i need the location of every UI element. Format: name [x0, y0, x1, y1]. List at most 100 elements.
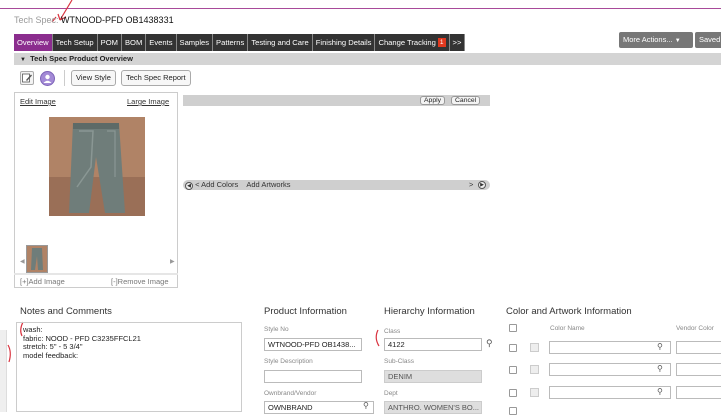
- search-icon[interactable]: ⚲: [657, 364, 663, 373]
- row-checkbox[interactable]: [509, 389, 517, 397]
- tab-samples[interactable]: Samples: [177, 34, 214, 51]
- tab-label: Overview: [17, 38, 49, 47]
- color-name-field[interactable]: [549, 386, 671, 399]
- section-title: Tech Spec Product Overview: [30, 54, 133, 63]
- row-checkbox[interactable]: [509, 366, 517, 374]
- subclass-label: Sub-Class: [384, 358, 414, 365]
- thumbnail-prev-icon[interactable]: ◀: [20, 258, 25, 265]
- apply-button[interactable]: Apply: [420, 96, 446, 105]
- row-checkbox[interactable]: [509, 407, 517, 415]
- color-name-field[interactable]: [549, 363, 671, 376]
- view-style-button[interactable]: View Style: [71, 70, 116, 86]
- search-icon[interactable]: ⚲: [657, 342, 663, 351]
- edit-icon[interactable]: [20, 71, 34, 85]
- tab-label: Tech Setup: [55, 38, 94, 47]
- tab-label: BOM: [124, 38, 143, 47]
- tab-pom[interactable]: POM: [98, 34, 122, 51]
- color-row: [506, 407, 721, 415]
- color-name-field[interactable]: [549, 341, 671, 354]
- saved-button[interactable]: Saved: [695, 32, 721, 48]
- person-icon[interactable]: [40, 71, 55, 86]
- ownbrand-vendor-field[interactable]: OWNBRAND: [264, 401, 374, 414]
- tab-label: Finishing Details: [315, 38, 372, 47]
- toolbar-divider: [64, 70, 65, 86]
- vendor-color-field[interactable]: [676, 363, 721, 376]
- page-title-value: WTNOOD-PFD OB1438331: [61, 15, 174, 25]
- vendor-color-field[interactable]: [676, 341, 721, 354]
- tab-label: POM: [100, 38, 118, 47]
- tab-testing-and-care[interactable]: Testing and Care: [248, 34, 313, 51]
- tab-label: Events: [149, 38, 173, 47]
- product-image[interactable]: [49, 117, 145, 216]
- style-description-label: Style Description: [264, 358, 313, 365]
- tab-change-tracking[interactable]: Change Tracking 1: [375, 34, 450, 51]
- sidebar-collapsed-strip[interactable]: [0, 330, 7, 412]
- color-name-column-header: Color Name: [550, 325, 585, 332]
- color-artwork-heading: Color and Artwork Information: [506, 306, 632, 317]
- header-divider: [0, 8, 721, 9]
- product-info-heading: Product Information: [264, 306, 347, 317]
- section-header[interactable]: ▼ Tech Spec Product Overview: [14, 53, 721, 65]
- search-icon[interactable]: ⚲: [363, 401, 369, 410]
- tab-more[interactable]: >>: [450, 34, 466, 51]
- image-placeholder-icon: [530, 388, 539, 397]
- colors-artwork-scroller: ◀ < Add Colors Add Artworks > ▶: [183, 180, 490, 190]
- saved-label: Saved: [699, 35, 721, 44]
- tab-patterns[interactable]: Patterns: [213, 34, 249, 51]
- notes-textarea[interactable]: wash: fabric: NOOD - PFD C3235FFCL21 str…: [16, 322, 242, 412]
- tech-spec-report-label: Tech Spec Report: [126, 73, 186, 82]
- vendor-color-field[interactable]: [676, 386, 721, 399]
- select-all-checkbox[interactable]: [509, 324, 517, 332]
- vendor-color-column-header: Vendor Color: [676, 325, 714, 332]
- scroll-right-icon[interactable]: ▶: [478, 181, 486, 189]
- subclass-field: DENIM: [384, 370, 482, 383]
- scroll-left-icon[interactable]: ◀: [185, 182, 193, 190]
- add-colors-link[interactable]: < Add Colors: [195, 180, 238, 189]
- page-title: Tech Spec: WTNOOD-PFD OB1438331: [14, 15, 174, 25]
- scroll-right-label: >: [469, 180, 474, 189]
- ownbrand-vendor-value: OWNBRAND: [268, 403, 313, 412]
- style-description-field[interactable]: [264, 370, 362, 383]
- tab-tech-setup[interactable]: Tech Setup: [53, 34, 98, 51]
- add-artworks-link[interactable]: Add Artworks: [246, 180, 290, 189]
- color-row: ⚲: [506, 341, 721, 355]
- thumbnail-next-icon[interactable]: ▶: [170, 258, 175, 265]
- row-checkbox[interactable]: [509, 344, 517, 352]
- search-icon[interactable]: ⚲: [657, 387, 663, 396]
- remove-image-link[interactable]: [-]Remove Image: [111, 277, 169, 286]
- more-actions-label: More Actions...: [623, 35, 673, 44]
- tab-label: Testing and Care: [251, 38, 309, 47]
- image-thumbnail[interactable]: [26, 245, 48, 273]
- color-row: ⚲: [506, 386, 721, 400]
- large-image-link[interactable]: Large Image: [127, 97, 169, 106]
- page-title-label: Tech Spec:: [14, 15, 59, 25]
- tech-spec-report-button[interactable]: Tech Spec Report: [121, 70, 191, 86]
- tab-bom[interactable]: BOM: [122, 34, 147, 51]
- cancel-button[interactable]: Cancel: [451, 96, 481, 105]
- chevron-down-icon: ▼: [674, 38, 681, 44]
- add-image-link[interactable]: [+]Add Image: [20, 277, 65, 286]
- tab-events[interactable]: Events: [146, 34, 177, 51]
- style-no-field[interactable]: WTNOOD-PFD OB1438...: [264, 338, 362, 351]
- style-no-label: Style No: [264, 326, 289, 333]
- thumbnail-scrollbar[interactable]: [14, 273, 178, 275]
- view-style-label: View Style: [76, 73, 111, 82]
- tab-label: Patterns: [216, 38, 245, 47]
- tab-overview[interactable]: Overview: [14, 34, 53, 51]
- notes-heading: Notes and Comments: [20, 306, 112, 317]
- hierarchy-info-heading: Hierarchy Information: [384, 306, 475, 317]
- image-placeholder-icon: [530, 343, 539, 352]
- tab-finishing-details[interactable]: Finishing Details: [313, 34, 376, 51]
- tab-bar: Overview Tech Setup POM BOM Events Sampl…: [14, 34, 466, 51]
- class-label: Class: [384, 328, 401, 335]
- class-field[interactable]: 4122: [384, 338, 482, 351]
- dept-label: Dept: [384, 390, 398, 397]
- dept-field: ANTHRO. WOMEN'S BO...: [384, 401, 482, 414]
- search-icon[interactable]: ⚲: [486, 338, 493, 349]
- more-actions-button[interactable]: More Actions... ▼: [619, 32, 693, 48]
- ownbrand-vendor-label: Ownbrand/Vendor: [264, 390, 317, 397]
- tab-label: Samples: [179, 38, 210, 47]
- edit-image-link[interactable]: Edit Image: [20, 97, 56, 106]
- tab-label: >>: [452, 38, 462, 47]
- tab-label: Change Tracking: [378, 38, 436, 47]
